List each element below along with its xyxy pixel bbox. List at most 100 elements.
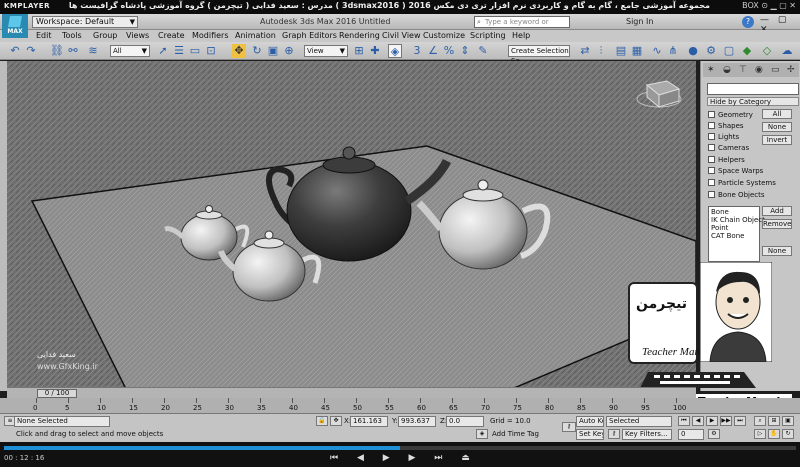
play-icon[interactable]: ▶ [706, 416, 718, 426]
utilities-tab-icon[interactable]: ✢ [787, 65, 795, 75]
zoom-extents-icon[interactable]: ▣ [782, 416, 794, 426]
workspace-dropdown[interactable]: Workspace: Default ▼ [32, 16, 138, 28]
menu-help[interactable]: Help [512, 30, 530, 42]
pan-icon[interactable]: ✋ [768, 429, 780, 439]
player-seekbar[interactable] [4, 446, 796, 450]
unlink-icon[interactable]: ⚯ [66, 44, 80, 58]
menu-graph-editors[interactable]: Graph Editors [282, 30, 337, 42]
menu-create[interactable]: Create [158, 30, 185, 42]
checkbox-cameras[interactable]: Cameras [708, 143, 749, 153]
time-config-icon[interactable]: ⚙ [708, 429, 720, 439]
time-slider-thumb[interactable]: 0 / 100 [37, 389, 77, 398]
render-setup-icon[interactable]: ⚙ [704, 44, 718, 58]
zoom-all-icon[interactable]: ⊞ [768, 416, 780, 426]
spinner-snap-icon[interactable]: ⇕ [458, 44, 472, 58]
list-item[interactable]: Point [711, 224, 757, 232]
hide-by-category-rollout[interactable]: Hide by Category [707, 97, 799, 106]
checkbox-shapes[interactable]: Shapes [708, 121, 744, 131]
percent-snap-icon[interactable]: % [442, 44, 456, 58]
checkbox-lights[interactable]: Lights [708, 132, 739, 142]
curve-editor-icon[interactable]: ∿ [650, 44, 664, 58]
orbit-icon[interactable]: ↻ [782, 429, 794, 439]
list-item[interactable]: CAT Bone [711, 232, 757, 240]
player-transport-icons[interactable]: ⏮ ◀ ▶ ▶ ⏭ ⏏ [330, 453, 478, 463]
bind-warp-icon[interactable]: ≋ [86, 44, 100, 58]
list-item[interactable]: Bone [711, 208, 757, 216]
add-button[interactable]: Add [762, 206, 792, 216]
player-window-controls[interactable]: BOX ⊙ ▁ ▢ ✕ [742, 1, 796, 10]
mirror-icon[interactable]: ⇄ [578, 44, 592, 58]
material-editor-icon[interactable]: ● [686, 44, 700, 58]
zoom-icon[interactable]: ⌕ [754, 416, 766, 426]
checkbox-bone-objects[interactable]: Bone Objects [708, 190, 765, 200]
window-crossing-icon[interactable]: ⊡ [204, 44, 218, 58]
name-field[interactable] [707, 83, 799, 95]
x-coordinate-field[interactable]: 161.163 [350, 416, 388, 427]
key-icon[interactable]: ⚷ [562, 422, 576, 432]
reference-coordinate-dropdown[interactable]: View ▼ [304, 45, 348, 57]
track-bar[interactable]: 0 5 10 15 20 25 30 35 40 45 50 55 60 65 70 75 80 85 90 95 10… [0, 398, 800, 414]
selection-filter-dropdown[interactable]: All ▼ [110, 45, 150, 57]
ribbon-icon[interactable]: ▦ [630, 44, 644, 58]
remove-button[interactable]: Remove [762, 219, 792, 229]
menu-scripting[interactable]: Scripting [470, 30, 506, 42]
fov-icon[interactable]: ▷ [754, 429, 766, 439]
all-button[interactable]: All [762, 109, 792, 119]
select-object-icon[interactable]: ➚ [156, 44, 170, 58]
auto-key-button[interactable]: Auto Key [576, 416, 604, 427]
y-coordinate-field[interactable]: 993.637 [398, 416, 436, 427]
app-logo-button[interactable]: MAX [2, 14, 28, 38]
help-icon[interactable]: ? [742, 16, 754, 28]
layer-explorer-icon[interactable]: ▤ [614, 44, 628, 58]
sign-in-link[interactable]: Sign In [626, 17, 653, 26]
none-button[interactable]: None [762, 122, 792, 132]
create-tab-icon[interactable]: ✶ [707, 65, 715, 75]
invert-button[interactable]: Invert [762, 135, 792, 145]
rect-selection-icon[interactable]: ▭ [188, 44, 202, 58]
render-iterative-icon[interactable]: ◇ [760, 44, 774, 58]
rendered-frame-icon[interactable]: ▢ [722, 44, 736, 58]
goto-start-icon[interactable]: ⏮ [678, 416, 690, 426]
hierarchy-tab-icon[interactable]: ⊤ [739, 65, 747, 75]
select-manipulate-icon[interactable]: ✚ [368, 44, 382, 58]
display-tab-icon[interactable]: ▭ [771, 65, 780, 75]
time-slider[interactable]: 0 / 100 [7, 387, 696, 398]
rotate-icon[interactable]: ↻ [250, 44, 264, 58]
render-cloud-icon[interactable]: ☁ [780, 44, 794, 58]
keyboard-shortcut-icon[interactable]: ◈ [388, 44, 402, 58]
list-none-button[interactable]: None [762, 246, 792, 256]
category-list[interactable]: Bone IK Chain Object Point CAT Bone [708, 206, 765, 262]
list-item[interactable]: IK Chain Object [711, 216, 765, 224]
move-icon[interactable]: ✥ [232, 44, 246, 58]
menu-group[interactable]: Group [93, 30, 117, 42]
goto-end-icon[interactable]: ⏭ [734, 416, 746, 426]
add-time-tag[interactable]: Add Time Tag [492, 429, 539, 440]
angle-snap-icon[interactable]: ∠ [426, 44, 440, 58]
current-frame-field[interactable]: 0 [678, 429, 704, 440]
align-icon[interactable]: ⫶ [594, 44, 608, 58]
render-production-icon[interactable]: ◆ [740, 44, 754, 58]
named-selection-set-dropdown[interactable]: Create Selection Se [508, 45, 570, 65]
modify-tab-icon[interactable]: ◒ [723, 65, 731, 75]
time-tag-icon[interactable]: ◈ [476, 429, 488, 439]
key-mode-dropdown[interactable]: Selected [606, 416, 672, 427]
transform-mode-icon[interactable]: ✥ [330, 416, 342, 426]
snap-toggle-icon[interactable]: 3 [410, 44, 424, 58]
key-icon-small[interactable]: ⚷ [608, 429, 620, 439]
scale-icon[interactable]: ▣ [266, 44, 280, 58]
set-key-button[interactable]: Set Key [576, 429, 604, 440]
menu-tools[interactable]: Tools [62, 30, 82, 42]
lock-selection-icon[interactable]: 🔒 [316, 416, 328, 426]
pivot-center-icon[interactable]: ⊞ [352, 44, 366, 58]
motion-tab-icon[interactable]: ◉ [755, 65, 763, 75]
menu-modifiers[interactable]: Modifiers [192, 30, 229, 42]
undo-icon[interactable]: ↶ [8, 44, 22, 58]
edit-named-selection-icon[interactable]: ✎ [476, 44, 490, 58]
select-by-name-icon[interactable]: ☰ [172, 44, 186, 58]
menu-animation[interactable]: Animation [235, 30, 276, 42]
key-filters-button[interactable]: Key Filters... [622, 429, 672, 440]
menu-customize[interactable]: Customize [423, 30, 465, 42]
z-coordinate-field[interactable]: 0.0 [446, 416, 484, 427]
menu-rendering[interactable]: Rendering [339, 30, 380, 42]
checkbox-geometry[interactable]: Geometry [708, 110, 753, 120]
